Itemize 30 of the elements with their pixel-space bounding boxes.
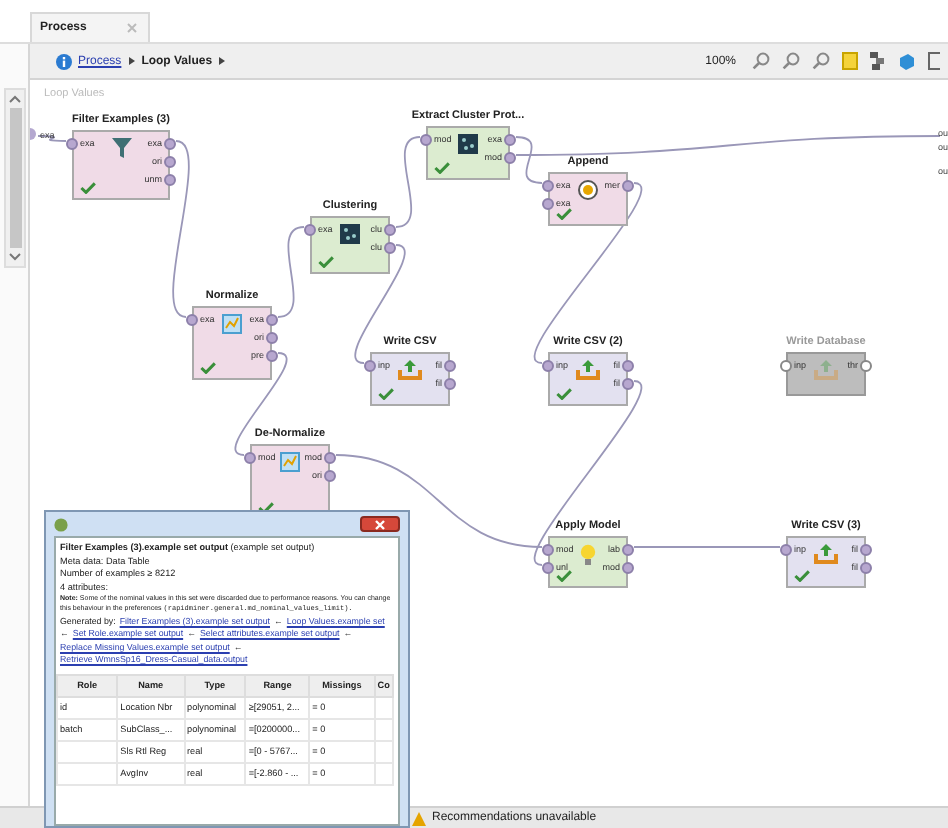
export-icon: [814, 360, 838, 380]
arrange-icon[interactable]: [870, 52, 886, 70]
warning-icon: [412, 811, 426, 825]
scrollbar[interactable]: [4, 88, 26, 268]
chevron-icon: [218, 56, 227, 66]
frame-icon[interactable]: [928, 52, 940, 70]
info-icon: [56, 53, 72, 69]
close-button[interactable]: [360, 516, 400, 532]
scroll-up-icon[interactable]: [8, 94, 22, 104]
chart-icon: [280, 452, 300, 472]
scroll-down-icon[interactable]: [8, 252, 22, 262]
chevron-icon: [127, 56, 136, 66]
export-icon: [576, 360, 600, 380]
cluster-icon: [340, 224, 360, 244]
export-icon: [814, 544, 838, 564]
connection-line: [395, 136, 421, 228]
search-icon[interactable]: [752, 52, 770, 70]
search-icon[interactable]: [812, 52, 830, 70]
search-icon[interactable]: [782, 52, 800, 70]
note-icon[interactable]: [842, 52, 858, 70]
cube-icon[interactable]: [898, 53, 916, 69]
cluster-icon: [458, 134, 478, 154]
merge-icon: [576, 180, 600, 200]
bulb-icon: [580, 544, 596, 566]
chart-icon: [222, 314, 242, 334]
window-icon: [54, 517, 68, 531]
export-icon: [398, 360, 422, 380]
connection-line: [277, 226, 305, 318]
connection-line: [37, 135, 67, 142]
funnel-icon: [111, 138, 131, 158]
